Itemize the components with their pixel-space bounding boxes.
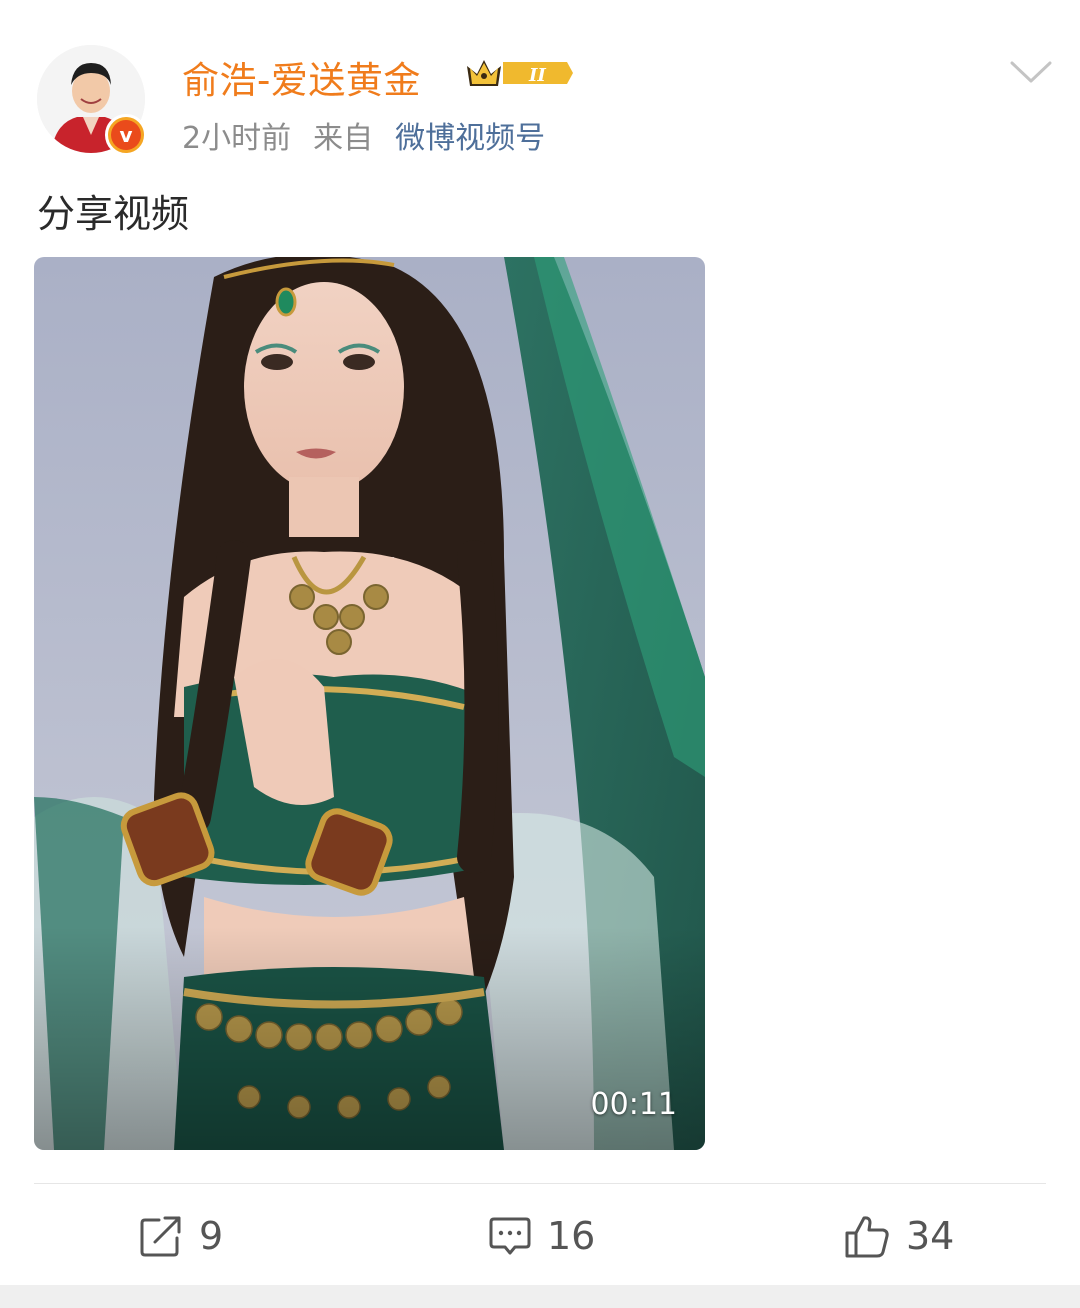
verified-icon: v (105, 114, 147, 156)
repost-button[interactable]: 9 (139, 1210, 223, 1262)
post-meta: 2小时前 来自 微博视频号 (182, 113, 545, 157)
chevron-down-icon[interactable] (1009, 58, 1053, 86)
share-icon (140, 1216, 181, 1257)
comment-icon (489, 1217, 531, 1255)
vip-level-label: II (528, 65, 546, 86)
like-count: 34 (906, 1214, 955, 1258)
comment-button[interactable]: 16 (489, 1210, 595, 1262)
from-label: 来自 (313, 121, 374, 156)
divider (34, 1183, 1046, 1184)
feed-separator (0, 1285, 1080, 1308)
video-thumbnail[interactable]: 00:11 (34, 257, 705, 1150)
thumbs-up-icon (845, 1216, 889, 1258)
video-frame-image (34, 257, 705, 1150)
like-button[interactable]: 34 (844, 1210, 954, 1262)
vip-crown-icon[interactable]: II (463, 52, 573, 94)
post-time: 2小时前 (182, 121, 292, 156)
comment-count: 16 (547, 1214, 596, 1258)
weibo-post-card: v 俞浩-爱送黄金 II 2小时前 来自 微博视频号 分享视频 00:11 9 … (0, 0, 1080, 1285)
author-name[interactable]: 俞浩-爱送黄金 (182, 50, 421, 104)
repost-count: 9 (199, 1214, 224, 1258)
video-duration: 00:11 (590, 1087, 677, 1122)
post-text: 分享视频 (37, 192, 190, 236)
source-link[interactable]: 微博视频号 (395, 121, 545, 156)
